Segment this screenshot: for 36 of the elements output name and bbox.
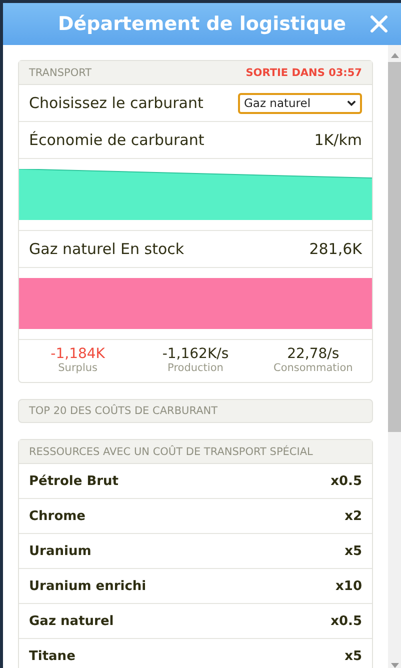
resource-name: Uranium — [29, 544, 92, 558]
close-button[interactable] — [369, 14, 389, 34]
resource-multiplier: x2 — [344, 508, 362, 524]
resource-multiplier: x0.5 — [330, 474, 362, 488]
stock-label: Gaz naturel En stock — [29, 240, 184, 258]
section-heading: TOP 20 DES COÛTS DE CARBURANT — [29, 405, 218, 417]
fuel-select[interactable]: Gaz naturel — [238, 92, 362, 114]
fuel-select-label: Choisissez le carburant — [29, 94, 204, 112]
scroll-down-icon — [390, 663, 398, 668]
economy-value: 1K/km — [314, 131, 362, 149]
window-title: Département de logistique — [58, 13, 346, 35]
section-heading: TRANSPORT — [29, 66, 92, 78]
resource-name: Gaz naturel — [29, 614, 114, 628]
departure-timer: SORTIE DANS 03:57 — [246, 66, 362, 78]
resource-name: Titane — [29, 648, 76, 664]
resource-multiplier: x10 — [336, 578, 362, 594]
resource-multiplier: x5 — [344, 648, 362, 664]
stat-label: Consommation — [273, 362, 353, 374]
scrollbar-thumb[interactable] — [388, 62, 401, 432]
stat-label: Surplus — [58, 362, 98, 374]
economy-label: Économie de carburant — [29, 131, 204, 149]
resource-name: Chrome — [29, 508, 86, 524]
resource-multiplier: x5 — [344, 544, 362, 558]
scroll-up-icon — [390, 53, 398, 58]
stat-value: 22,78/s — [287, 346, 340, 362]
stat-label: Production — [168, 362, 224, 374]
resource-multiplier: x0.5 — [330, 614, 362, 628]
chevron-icon — [347, 100, 356, 106]
section-heading: RESSOURCES AVEC UN COÛT DE TRANSPORT SPÉCIAL — [29, 446, 313, 458]
scrollbar[interactable] — [388, 45, 401, 668]
close-icon — [369, 14, 389, 34]
resource-name: Pétrole Brut — [29, 474, 118, 488]
resource-name: Uranium enrichi — [29, 578, 146, 594]
stat-value: -1,184K — [50, 346, 105, 362]
stat-value: -1,162K/s — [162, 346, 229, 362]
stock-value: 281,6K — [309, 240, 362, 258]
